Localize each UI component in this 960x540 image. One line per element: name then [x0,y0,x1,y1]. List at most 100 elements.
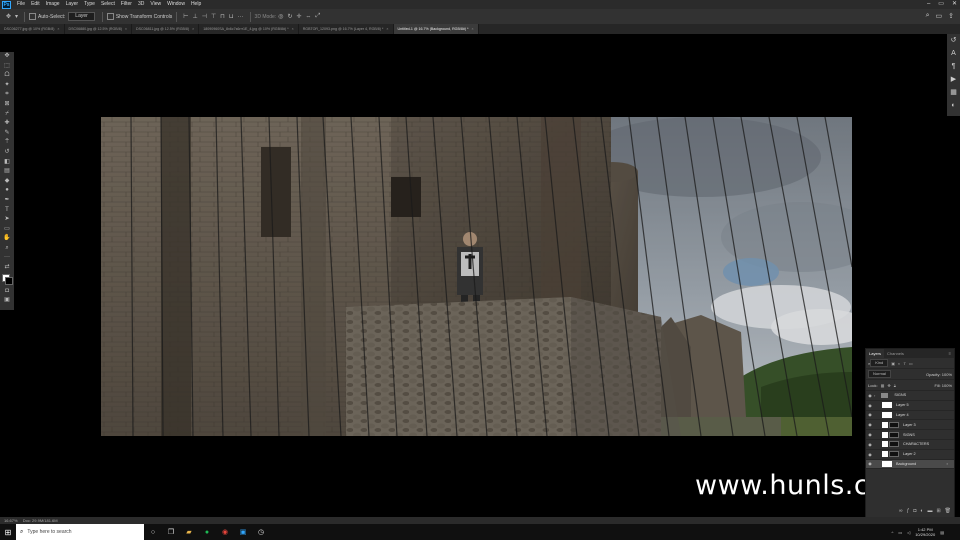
history-panel-icon[interactable]: ↺ [951,34,957,47]
menu-file[interactable]: File [17,0,25,9]
magic-wand-icon[interactable]: ✦ [0,81,14,91]
close-tab-icon[interactable]: × [471,27,473,31]
hand-tool-icon[interactable]: ✋ [0,234,14,244]
align-right-icon[interactable]: ⊣ [202,13,207,20]
eyedropper-icon[interactable]: ⌿ [0,110,14,120]
shape-tool-icon[interactable]: ▭ [0,225,14,235]
eye-icon[interactable]: ◉ [866,422,874,427]
more-options-icon[interactable]: ··· [238,14,244,20]
clock[interactable]: 1:42 PM 10/29/2020 [915,527,935,537]
type-tool-icon[interactable]: T [0,206,14,216]
menu-view[interactable]: View [150,0,161,9]
minimize-icon[interactable]: – [927,0,930,9]
marquee-tool-icon[interactable]: ⬚ [0,62,14,72]
link-layers-icon[interactable]: ∞ [899,508,903,514]
menu-3d[interactable]: 3D [138,0,144,9]
menu-type[interactable]: Type [84,0,95,9]
history-brush-icon[interactable]: ↺ [0,148,14,158]
notifications-icon[interactable]: ▤ [940,530,944,535]
align-left-icon[interactable]: ⊢ [183,13,188,20]
close-tab-icon[interactable]: × [57,27,59,31]
chrome-icon[interactable]: ◉ [216,528,234,536]
photoshop-taskbar-icon[interactable]: ▣ [234,528,252,536]
blend-mode-dropdown[interactable]: Normal [868,370,891,378]
menu-help[interactable]: Help [191,0,201,9]
opacity-field[interactable]: Opacity: 100% [926,372,952,377]
slide-3d-icon[interactable]: ⇔ [306,14,312,20]
path-selection-icon[interactable]: ➤ [0,215,14,225]
lasso-tool-icon[interactable]: ᗝ [0,71,14,81]
tab-channels[interactable]: Channels [884,349,907,358]
eye-icon[interactable]: ◉ [866,442,874,447]
new-group-icon[interactable]: ▬ [927,508,932,514]
spotify-icon[interactable]: ● [198,529,216,536]
tab-document[interactable]: DSC06880.jpg @ 12.5% (RGB/8) × [65,24,132,34]
scale-3d-icon[interactable]: ⤢ [316,13,321,20]
document-canvas[interactable] [101,117,852,436]
move-tool-icon[interactable]: ✥ [0,52,14,62]
eye-icon[interactable]: ◉ [866,452,874,457]
panel-menu-icon[interactable]: ≡ [949,349,951,358]
paragraph-panel-icon[interactable]: ¶ [952,60,956,73]
tab-document-active[interactable]: Untitled-1 @ 16.7% (Background, RGB/8#) … [393,24,479,34]
auto-select-checkbox[interactable] [29,13,37,20]
adjustments-panel-icon[interactable]: ◐ [951,99,955,112]
fill-field[interactable]: Fill: 100% [934,383,952,388]
move-tool-icon[interactable]: ✥ [6,13,11,20]
tab-layers[interactable]: Layers [866,349,885,358]
layer-row[interactable]: ◉ Layer 5 [866,401,954,411]
align-middle-icon[interactable]: ⊓ [220,13,225,20]
new-layer-icon[interactable]: ⊞ [936,508,940,514]
tab-document[interactable]: DSC06277.jpg @ 10% (RGB/8) × [0,24,65,34]
pen-tool-icon[interactable]: ✒ [0,196,14,206]
close-tab-icon[interactable]: × [386,27,388,31]
filter-pixel-icon[interactable]: ▣ [891,361,895,366]
screen-mode-icon[interactable]: ▣ [0,296,14,306]
healing-brush-icon[interactable]: ✚ [0,119,14,129]
close-tab-icon[interactable]: × [125,27,127,31]
close-tab-icon[interactable]: × [292,27,294,31]
background-color-swatch[interactable] [5,277,13,285]
menu-layer[interactable]: Layer [66,0,79,9]
brush-tool-icon[interactable]: ✎ [0,129,14,139]
frame-tool-icon[interactable]: ⊠ [0,100,14,110]
fx-icon[interactable]: ƒ [907,508,910,514]
align-bottom-icon[interactable]: ⊔ [229,13,234,20]
more-tools-icon[interactable]: ··· [0,253,14,263]
eye-icon[interactable]: ◉ [866,461,874,466]
filter-adjust-icon[interactable]: ◐ [898,361,900,366]
layer-dropdown[interactable]: Layer [68,12,95,21]
properties-panel-icon[interactable]: ▦ [950,86,957,99]
eye-icon[interactable]: ◉ [866,412,874,417]
menu-select[interactable]: Select [101,0,115,9]
file-explorer-icon[interactable]: ▰ [180,528,198,536]
pan-3d-icon[interactable]: ✛ [297,13,302,20]
tab-document[interactable]: DSC06811.jpg @ 12.5% (RGB/8) × [132,24,200,34]
cortana-icon[interactable]: ○ [144,529,162,536]
quick-mask-icon[interactable]: ◘ [0,287,14,297]
search-icon[interactable]: ⌕ [926,12,930,20]
taskbar-search[interactable]: ⌕ Type here to search [16,524,144,540]
maximize-icon[interactable]: ▭ [938,0,944,9]
tab-document[interactable]: 18090960SA_8x6c7s6rrr1E_4.jpg @ 10% (RGB… [199,24,299,34]
crop-tool-icon[interactable]: ⌗ [0,90,14,100]
network-icon[interactable]: ▭ [898,530,902,535]
adjustment-layer-icon[interactable]: ◐ [920,508,923,514]
roll-3d-icon[interactable]: ↻ [287,13,292,20]
swap-colors-icon[interactable]: ⇄ [0,263,14,273]
transform-controls-checkbox[interactable] [106,13,114,20]
character-panel-icon[interactable]: A [951,47,956,60]
windows-start-icon[interactable]: ⊞ [0,524,16,540]
gradient-tool-icon[interactable]: ▤ [0,167,14,177]
layer-row[interactable]: ◉ Layer 3 [866,420,954,431]
menu-filter[interactable]: Filter [121,0,132,9]
menu-image[interactable]: Image [46,0,60,9]
menu-window[interactable]: Window [167,0,185,9]
lock-position-icon[interactable]: ✥ [887,383,890,388]
eye-icon[interactable]: ◉ [866,432,874,437]
blur-tool-icon[interactable]: ◆ [0,177,14,187]
layer-row[interactable]: ◉ Layer 4 [866,411,954,421]
dodge-tool-icon[interactable]: ● [0,186,14,196]
trash-icon[interactable]: 🗑︎ [945,508,951,514]
eye-icon[interactable]: ◉ [866,393,874,398]
